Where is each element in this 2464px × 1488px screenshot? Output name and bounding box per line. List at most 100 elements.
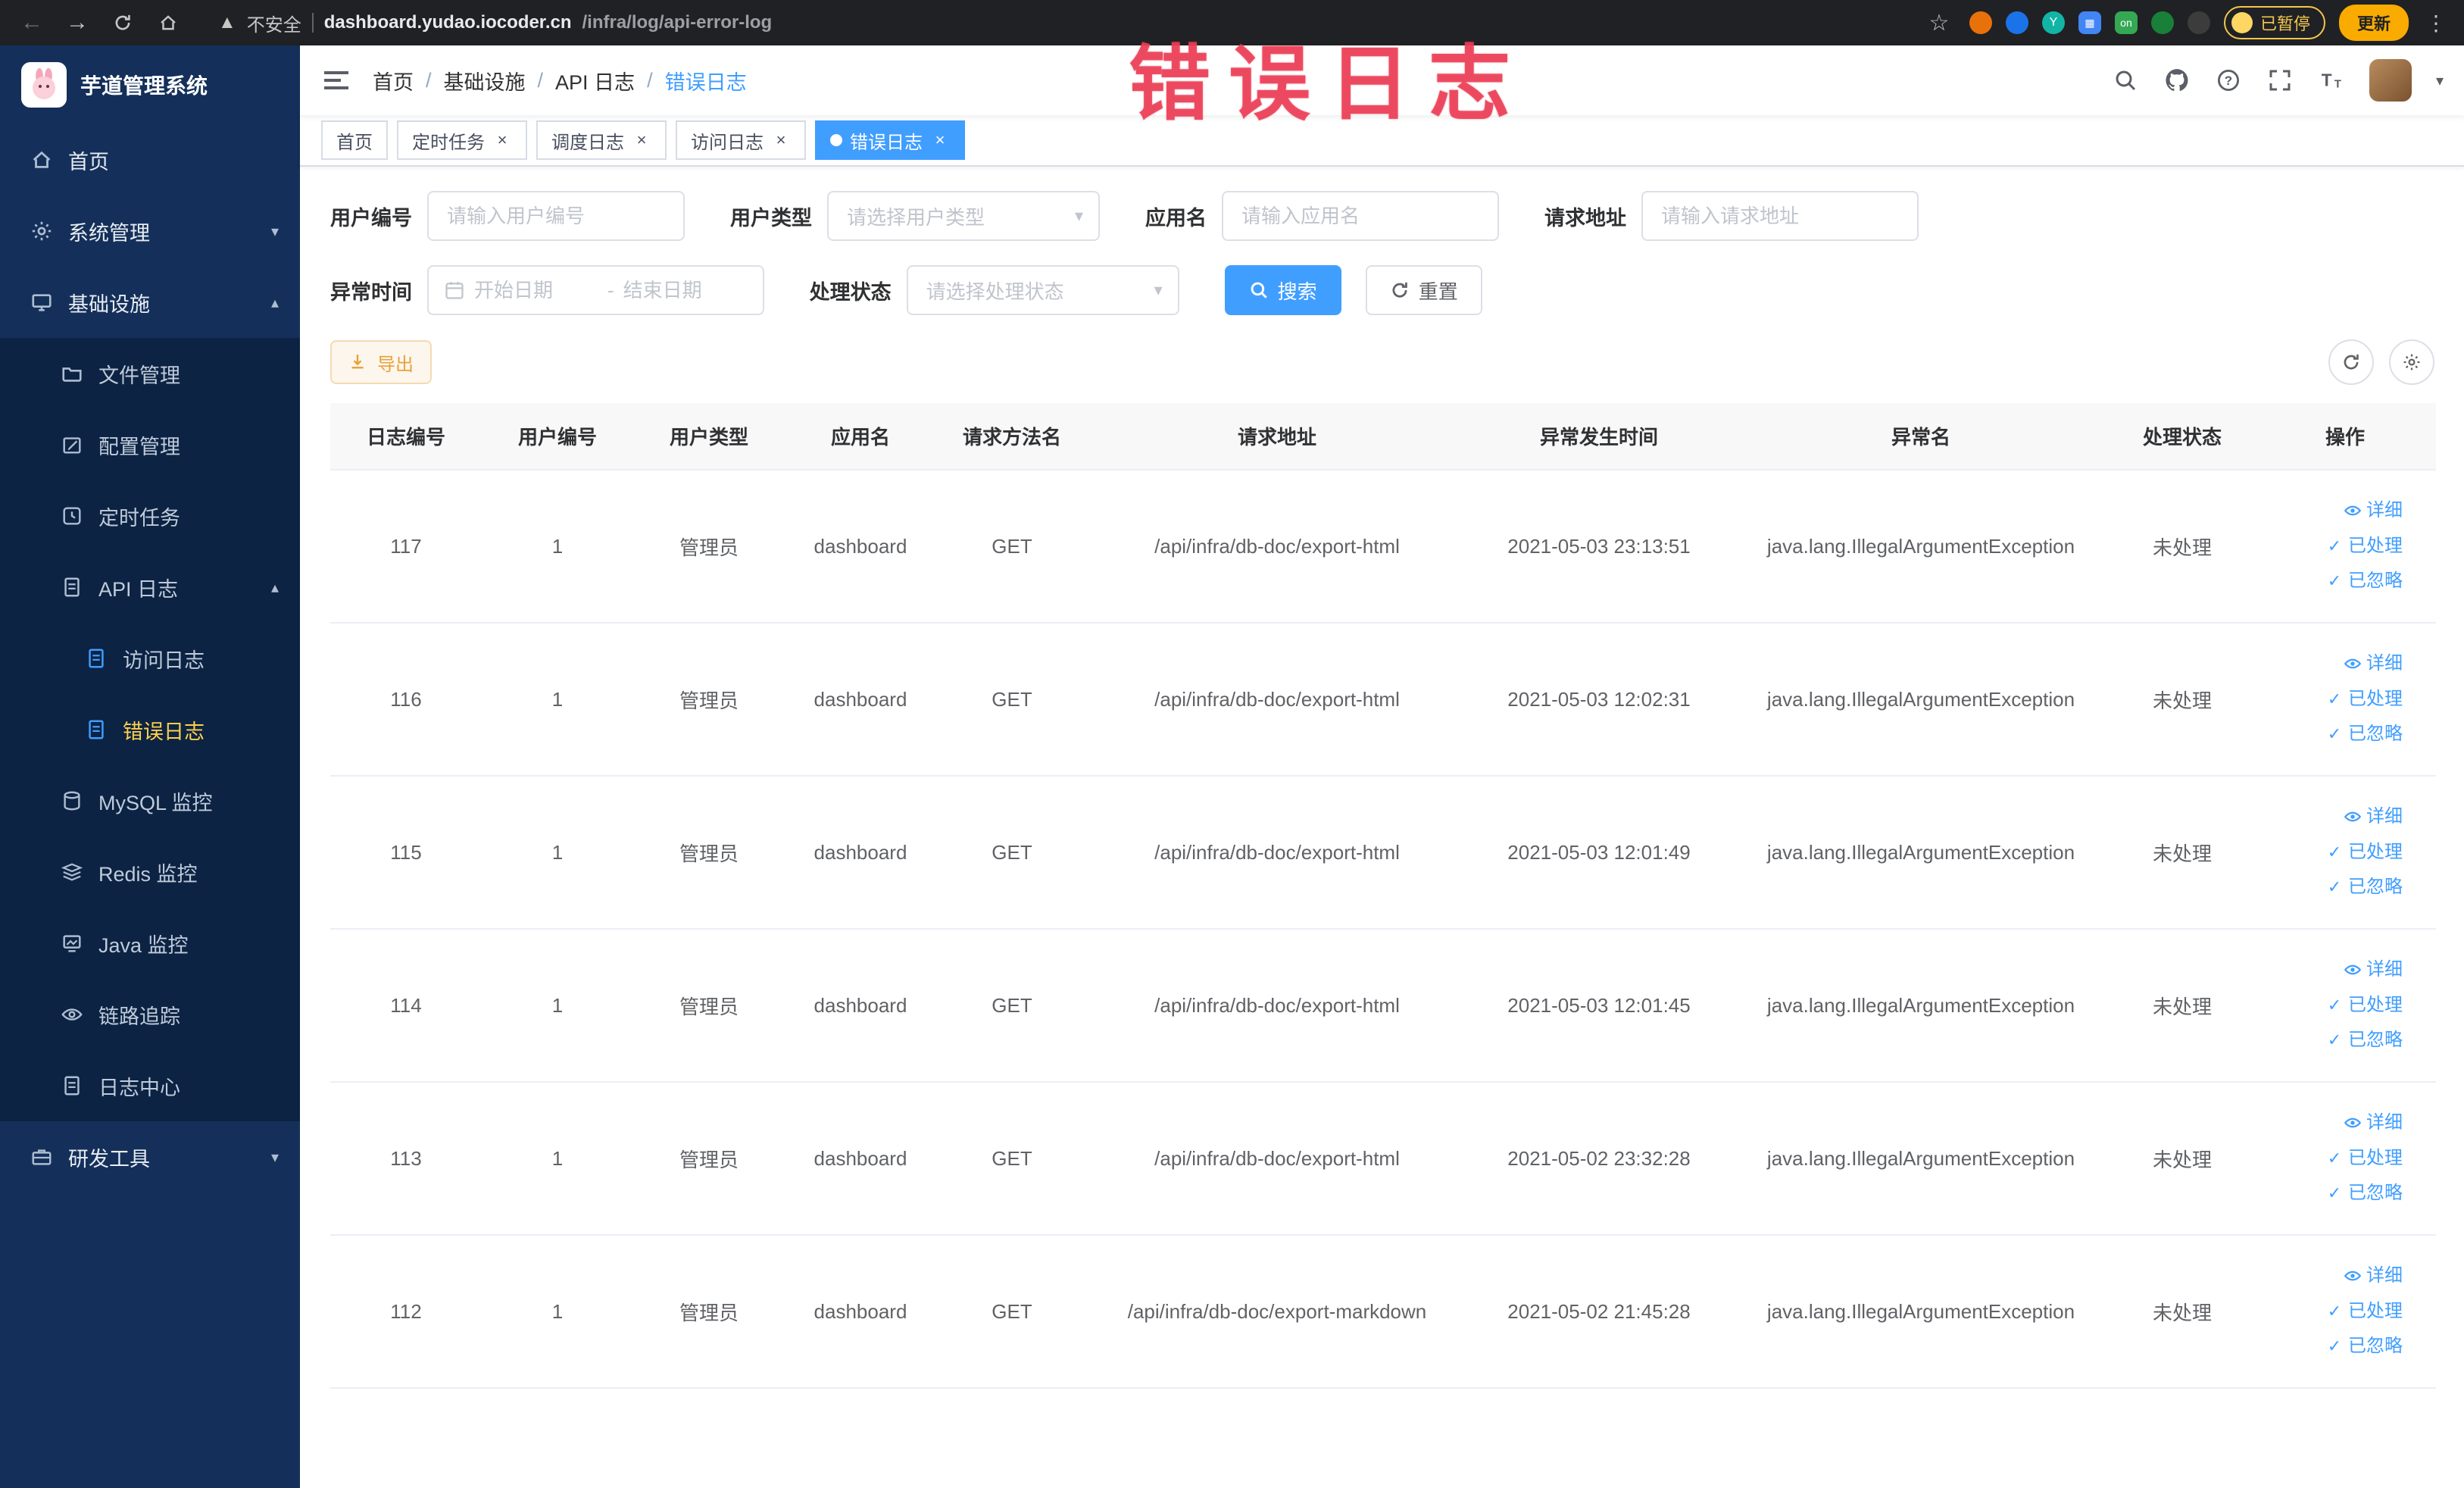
paused-badge[interactable]: 已暂停 [2223, 6, 2325, 39]
extension-icon-6[interactable] [2150, 11, 2174, 34]
sidebar-item-scheduled-tasks[interactable]: 定时任务 [0, 480, 300, 552]
extension-icon-7[interactable] [2187, 11, 2210, 34]
detail-link[interactable]: 详细 [2260, 646, 2403, 682]
detail-link[interactable]: 详细 [2260, 799, 2403, 835]
kebab-menu-icon[interactable]: ⋮ [2422, 11, 2450, 36]
close-icon[interactable]: × [930, 130, 950, 150]
breadcrumb-home[interactable]: 首页 [373, 66, 414, 95]
tag-home[interactable]: 首页 [321, 120, 388, 160]
reset-button[interactable]: 重置 [1365, 265, 1482, 315]
search-icon[interactable] [2112, 67, 2139, 94]
mark-processed-link[interactable]: ✓ 已处理 [2260, 682, 2403, 717]
app-name-input[interactable] [1222, 191, 1499, 241]
mark-ignored-link[interactable]: ✓ 已忽略 [2260, 1329, 2403, 1365]
sidebar-item-dev-tools[interactable]: 研发工具 ▾ [0, 1121, 300, 1193]
chevron-down-icon: ▾ [1074, 206, 1083, 225]
tag-access-logs[interactable]: 访问日志 × [676, 120, 806, 160]
mark-ignored-link[interactable]: ✓ 已忽略 [2260, 1023, 2403, 1058]
export-button[interactable]: 导出 [330, 340, 432, 384]
user-id-input[interactable] [427, 191, 685, 241]
filter-label: 异常时间 [330, 280, 412, 304]
tag-scheduled-tasks[interactable]: 定时任务 × [397, 120, 527, 160]
sidebar-item-infrastructure[interactable]: 基础设施 ▴ [0, 267, 300, 338]
back-icon[interactable]: ← [15, 6, 48, 39]
user-type-select[interactable]: 请选择用户类型 ▾ [827, 191, 1100, 241]
eye-icon [2344, 502, 2362, 520]
sidebar-item-access-logs[interactable]: 访问日志 [0, 623, 300, 694]
mark-ignored-link[interactable]: ✓ 已忽略 [2260, 870, 2403, 905]
reload-icon[interactable] [106, 6, 139, 39]
extension-icon-2[interactable] [2005, 11, 2028, 34]
search-button[interactable]: 搜索 [1224, 265, 1341, 315]
sidebar-item-redis-monitor[interactable]: Redis 监控 [0, 836, 300, 908]
tag-error-logs[interactable]: 错误日志 × [815, 120, 965, 160]
mark-ignored-link[interactable]: ✓ 已忽略 [2260, 717, 2403, 752]
update-button[interactable]: 更新 [2338, 5, 2409, 41]
breadcrumb-infrastructure[interactable]: 基础设施 [444, 66, 526, 95]
app-logo[interactable]: 芋道管理系统 [0, 45, 300, 124]
breadcrumb-api-logs[interactable]: API 日志 [555, 66, 635, 95]
cell-exception-time: 2021-05-03 12:01:45 [1466, 929, 1732, 1083]
refresh-table-button[interactable] [2328, 339, 2374, 385]
chevron-down-icon[interactable]: ▾ [2436, 71, 2444, 90]
column-settings-button[interactable] [2389, 339, 2434, 385]
cell-exception-time: 2021-05-03 23:13:51 [1466, 470, 1732, 624]
mark-processed-link[interactable]: ✓ 已处理 [2260, 988, 2403, 1024]
hamburger-icon[interactable] [321, 65, 351, 95]
sidebar-item-system-management[interactable]: 系统管理 ▾ [0, 195, 300, 267]
sidebar-item-mysql-monitor[interactable]: MySQL 监控 [0, 765, 300, 836]
detail-link[interactable]: 详细 [2260, 1258, 2403, 1294]
app-title: 芋道管理系统 [80, 74, 208, 98]
mark-processed-link[interactable]: ✓ 已处理 [2260, 835, 2403, 871]
bookmark-star-icon[interactable]: ☆ [1922, 6, 1956, 39]
mark-ignored-link[interactable]: ✓ 已忽略 [2260, 564, 2403, 599]
close-icon[interactable]: × [632, 130, 651, 150]
extension-icon-3[interactable]: Y [2041, 11, 2065, 34]
forward-icon[interactable]: → [61, 6, 94, 39]
sidebar-item-label: 定时任务 [98, 506, 180, 530]
cell-app-name: dashboard [785, 623, 936, 777]
mark-ignored-link[interactable]: ✓ 已忽略 [2260, 1176, 2403, 1211]
avatar[interactable] [2369, 59, 2412, 102]
home-icon[interactable] [151, 6, 185, 39]
status-select[interactable]: 请选择处理状态 ▾ [906, 265, 1179, 315]
mark-processed-label: 已处理 [2348, 535, 2403, 556]
sidebar-item-link-tracing[interactable]: 链路追踪 [0, 979, 300, 1050]
mark-processed-label: 已处理 [2348, 841, 2403, 862]
request-url-input[interactable] [1641, 191, 1919, 241]
check-icon: ✓ [2327, 724, 2342, 744]
detail-link[interactable]: 详细 [2260, 493, 2403, 529]
github-icon[interactable] [2163, 67, 2191, 94]
extension-icon-1[interactable] [1969, 11, 1992, 34]
eye-icon [2344, 655, 2362, 673]
close-icon[interactable]: × [771, 130, 791, 150]
table-right-tools [2328, 339, 2434, 385]
sidebar-item-log-center[interactable]: 日志中心 [0, 1050, 300, 1121]
address-bar[interactable]: ▲ 不安全 dashboard.yudao.iocoder.cn/infra/l… [197, 10, 1910, 36]
mark-processed-link[interactable]: ✓ 已处理 [2260, 529, 2403, 564]
extension-icon-4[interactable]: ▦ [2078, 11, 2101, 34]
check-icon: ✓ [2327, 1183, 2342, 1203]
help-icon[interactable]: ? [2215, 67, 2242, 94]
end-date-input[interactable] [623, 278, 748, 302]
cell-method: GET [936, 929, 1088, 1083]
extension-icon-5[interactable]: on [2114, 11, 2138, 34]
detail-link[interactable]: 详细 [2260, 1105, 2403, 1141]
sidebar-item-file-management[interactable]: 文件管理 [0, 338, 300, 409]
sidebar-item-api-logs[interactable]: API 日志 ▴ [0, 552, 300, 623]
start-date-input[interactable] [474, 278, 598, 302]
fullscreen-icon[interactable] [2266, 67, 2294, 94]
sidebar-item-java-monitor[interactable]: Java 监控 [0, 908, 300, 979]
rabbit-logo-icon [21, 62, 67, 108]
sidebar-item-home[interactable]: 首页 [0, 124, 300, 195]
font-size-icon[interactable]: TT [2318, 67, 2345, 94]
tag-dispatch-logs[interactable]: 调度日志 × [536, 120, 667, 160]
mark-processed-link[interactable]: ✓ 已处理 [2260, 1294, 2403, 1330]
cell-status: 未处理 [2110, 776, 2254, 930]
sidebar-item-error-logs[interactable]: 错误日志 [0, 694, 300, 765]
close-icon[interactable]: × [492, 130, 512, 150]
exception-time-range-picker[interactable]: - [427, 265, 764, 315]
detail-link[interactable]: 详细 [2260, 952, 2403, 988]
sidebar-item-config-management[interactable]: 配置管理 [0, 409, 300, 480]
mark-processed-link[interactable]: ✓ 已处理 [2260, 1141, 2403, 1177]
